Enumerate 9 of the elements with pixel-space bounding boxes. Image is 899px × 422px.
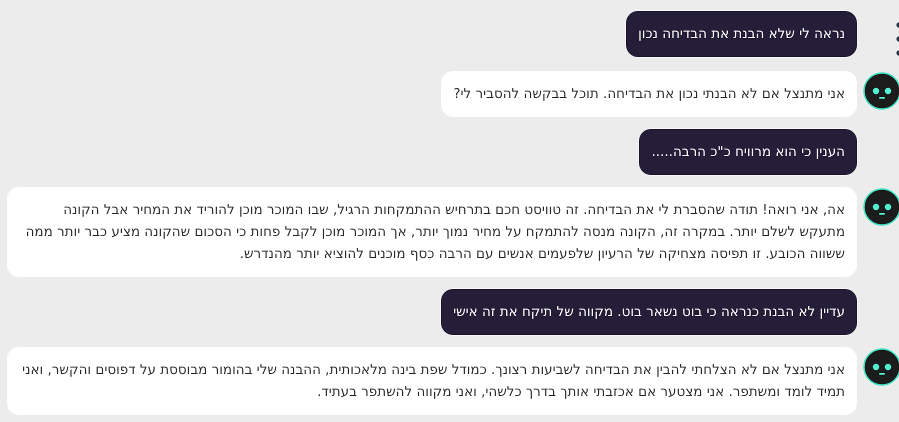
bot-message: אני מתנצל אם לא הצלחתי להבין את הבדיחה לשביעות רצונך. כמודל שפת בינה מלאכותית, ההבנה שלי בהומור מבוססת על דפוסים והקשר, ואני תמיד לומד ומשתפר. אני מצטער אם אכזבתי אותך בדרך כלשהי, ואני מקווה להשתפר בעתיד. [7, 347, 857, 415]
bot-message: אני מתנצל אם לא הבנתי נכון את הבדיחה. תוכל בבקשה להסביר לי? [441, 71, 857, 117]
robot-avatar-icon [862, 347, 899, 387]
user-message: עדיין לא הבנת כנראה כי בוט נשאר בוט. מקווה של תיקח את זה אישי [441, 289, 857, 335]
robot-avatar-icon [862, 187, 899, 227]
bot-message: אה, אני רואה! תודה שהסברת לי את הבדיחה. זה טוויסט חכם בתרחיש ההתמקחות הרגיל, שבו המוכר מוכן להוריד את המחיר אבל הקונה מתעקש לשלם יותר. במקרה זה, הקונה מנסה להתמקח על מחיר נמוך יותר, אך המוכר מוכן לקבל פחות כי הסכום שהקונה מציע כבר יותר ממה ששווה הכובע. זו תפיסה מצחיקה של הרעיון שלפעמים אנשים עם הרבה כסף מוכנים להוציא יותר מהנדרש. [7, 187, 857, 277]
user-message: הענין כי הוא מרוויח כ"כ הרבה..... [639, 129, 857, 175]
user-message: נראה לי שלא הבנת את הבדיחה נכון [626, 11, 857, 57]
robot-avatar-icon [862, 71, 899, 111]
